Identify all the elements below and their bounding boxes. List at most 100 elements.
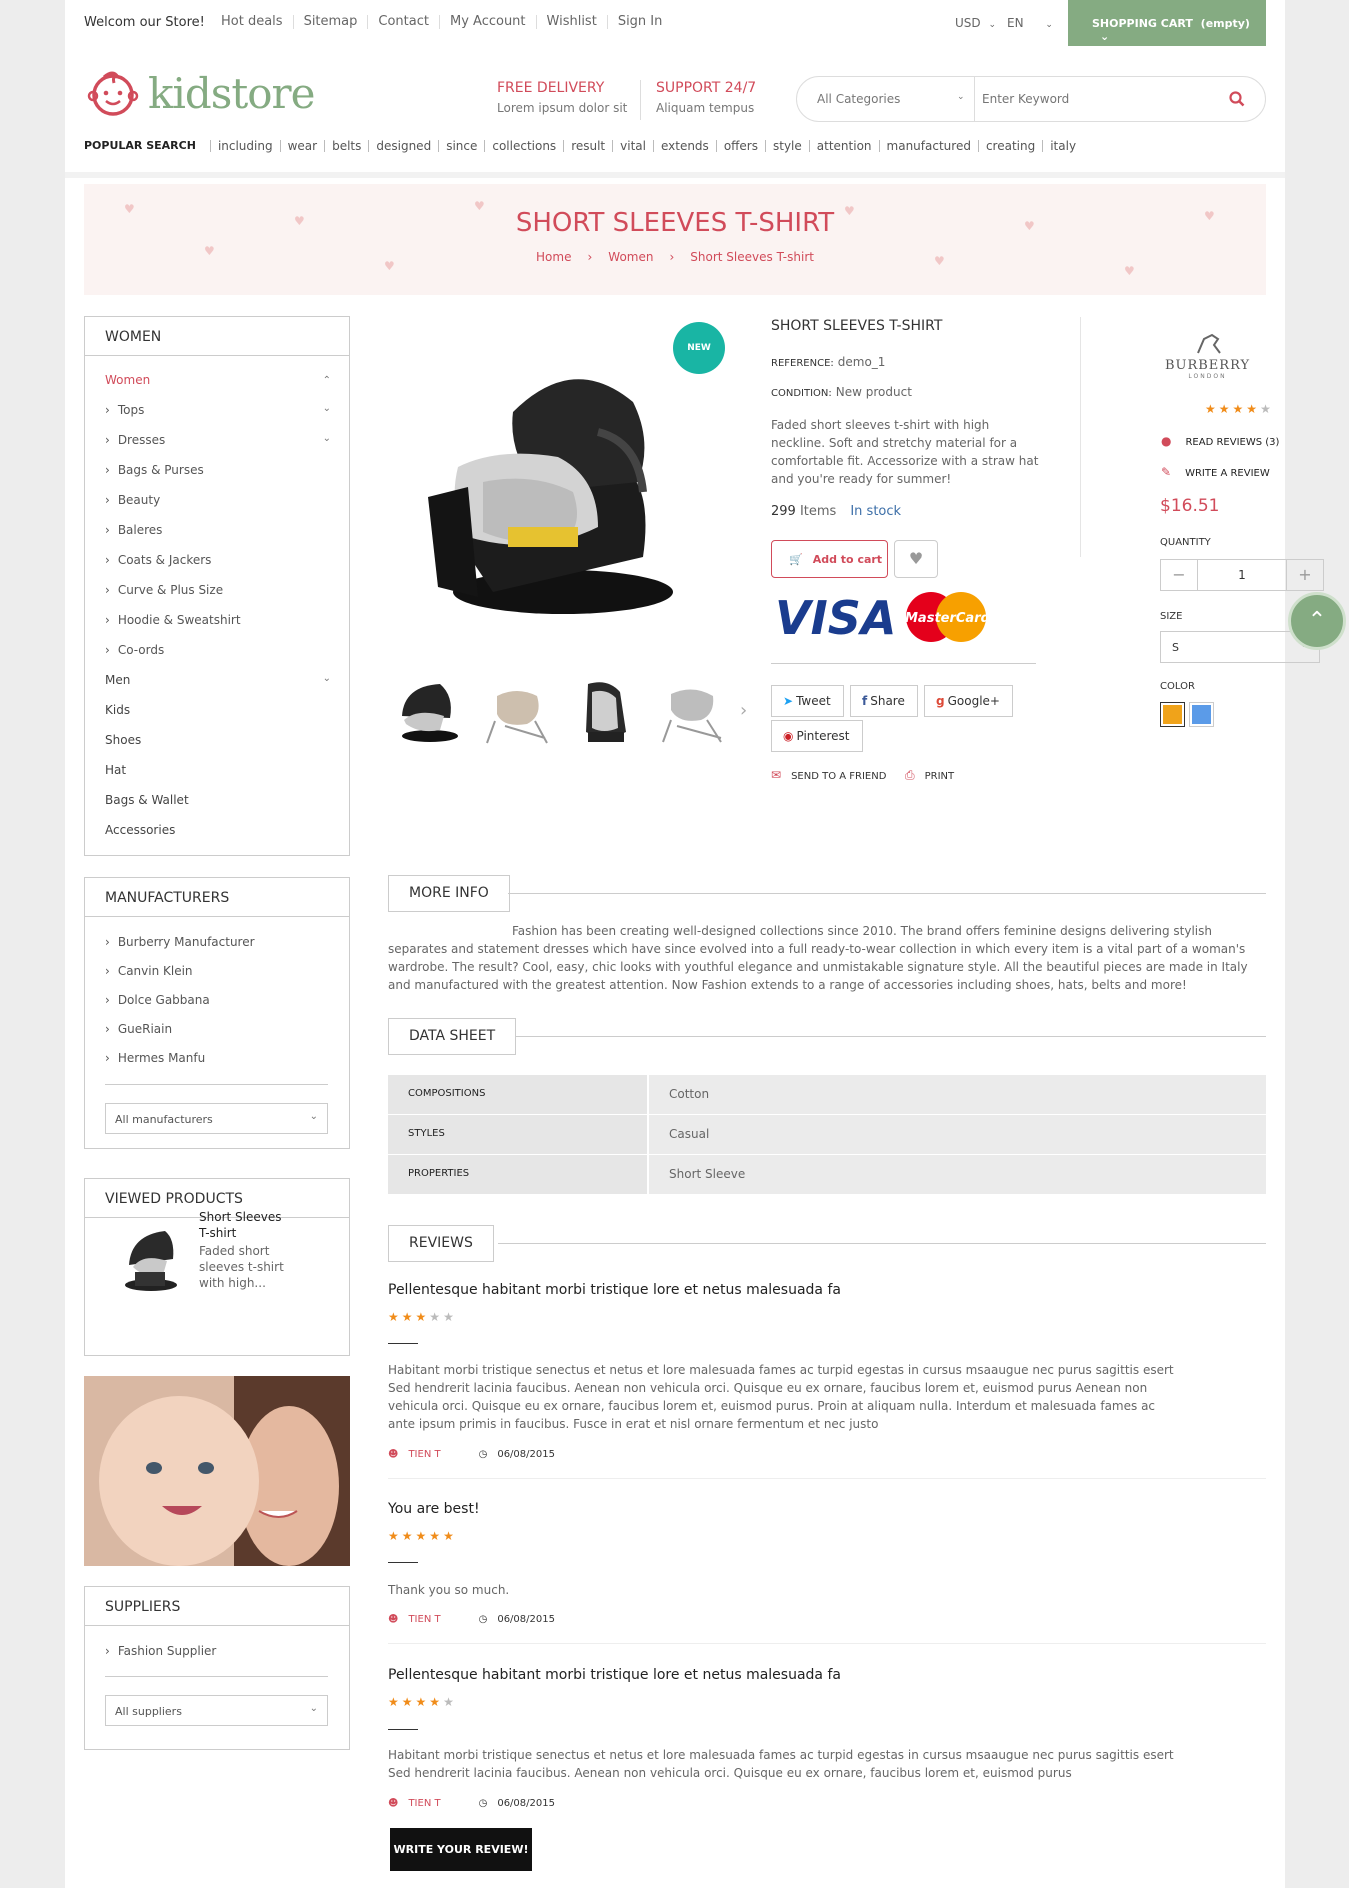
popular-keyword[interactable]: designed [368,139,438,152]
manufacturer-select[interactable]: All manufacturers ⌄ [105,1103,328,1134]
link-sign-in[interactable]: Sign In [606,15,673,29]
category-label: Shoes [105,733,142,747]
popular-keyword[interactable]: belts [324,139,368,152]
scroll-to-top-button[interactable]: ⌃ [1288,592,1346,650]
category-hoodie[interactable]: › Hoodie & Sweatshirt [105,613,241,627]
product-description: Faded short sleeves t-shirt with high ne… [771,418,1039,486]
popular-keyword[interactable]: creating [977,139,1042,152]
popular-keyword[interactable]: collections [484,139,563,152]
manufacturer-link[interactable]: › Canvin Klein [105,964,193,978]
review-title: You are best! [388,1501,480,1517]
popular-keyword[interactable]: offers [715,139,765,152]
brand-logo[interactable]: BURBERRY LONDON [1160,333,1255,393]
clock-icon: ◷ [478,1614,488,1625]
search-icon[interactable] [1229,91,1245,107]
chevron-down-icon: ⌄ [988,20,997,30]
reviews-title: REVIEWS [388,1225,494,1262]
chevron-down-icon[interactable]: ⌄ [323,403,331,414]
color-swatch-blue[interactable] [1189,702,1214,727]
baby-face-icon [87,71,139,116]
popular-keyword[interactable]: including [209,139,280,152]
tweet-button[interactable]: ➤ Tweet [771,685,844,717]
shopping-cart-button[interactable]: SHOPPING CART (empty) ⌄ [1068,0,1266,46]
category-hat[interactable]: Hat [105,763,126,777]
chevron-down-icon[interactable]: ⌄ [323,433,331,444]
new-badge: NEW [673,322,725,374]
minus-icon[interactable]: − [1161,560,1197,590]
color-swatch-orange[interactable] [1160,702,1185,727]
send-to-friend-link[interactable]: ✉ SEND TO A FRIEND [771,768,886,782]
category-co-ords[interactable]: › Co-ords [105,643,164,657]
category-shoes[interactable]: Shoes [105,733,141,747]
popular-keyword[interactable]: since [438,139,484,152]
link-wishlist[interactable]: Wishlist [535,15,607,29]
popular-keyword[interactable]: style [765,139,809,152]
viewed-product-name[interactable]: Short Sleeves T-shirt [199,1209,289,1241]
popular-keyword[interactable]: wear [279,139,324,152]
link-sitemap[interactable]: Sitemap [292,15,368,29]
pinterest-button[interactable]: ◉ Pinterest [771,720,863,752]
thumbnail-1[interactable] [388,676,470,748]
popular-keyword[interactable]: extends [652,139,716,152]
search-input[interactable] [982,92,1212,106]
chevron-right-icon[interactable]: › [740,700,747,721]
chevron-up-icon[interactable]: ⌃ [323,375,331,386]
popular-keyword[interactable]: attention [808,139,879,152]
category-coats-jackers[interactable]: › Coats & Jackers [105,553,211,567]
category-bags-purses[interactable]: › Bags & Purses [105,463,204,477]
category-men[interactable]: Men [105,673,130,687]
thumbnail-3[interactable] [562,676,644,748]
thumbnail-4[interactable] [649,676,731,748]
category-tops[interactable]: › Tops [105,403,144,417]
write-review-link[interactable]: ✎ WRITE A REVIEW [1161,465,1270,479]
link-my-account[interactable]: My Account [438,15,536,29]
category-dresses[interactable]: › Dresses [105,433,165,447]
category-baleres[interactable]: › Baleres [105,523,162,537]
write-your-review-button[interactable]: WRITE YOUR REVIEW! [390,1828,532,1871]
chevron-down-icon[interactable]: ⌄ [323,673,331,684]
viewed-product-image[interactable] [115,1217,185,1297]
share-button[interactable]: f Share [850,685,918,717]
divider [508,893,1266,894]
breadcrumb-women[interactable]: Women [608,250,653,264]
baby-promo-image[interactable] [84,1376,350,1566]
category-bags-wallet[interactable]: Bags & Wallet [105,793,189,807]
category-label: Co-ords [117,643,165,657]
manufacturer-link[interactable]: › Hermes Manfu [105,1051,205,1065]
popular-keyword[interactable]: result [563,139,612,152]
link-contact[interactable]: Contact [367,15,439,29]
popular-keyword[interactable]: manufactured [878,139,978,152]
chevron-right-icon: › [105,993,110,1007]
breadcrumb-home[interactable]: Home [536,250,571,264]
logo[interactable]: kidstore [84,68,315,118]
category-women[interactable]: Women [105,373,150,387]
category-kids[interactable]: Kids [105,703,130,717]
plus-icon[interactable]: + [1287,560,1323,590]
thumbnail-2[interactable] [475,676,557,748]
category-curve-plus[interactable]: › Curve & Plus Size [105,583,223,597]
popular-keyword[interactable]: vital [612,139,653,152]
popular-keyword[interactable]: italy [1042,139,1083,152]
category-beauty[interactable]: › Beauty [105,493,160,507]
category-select[interactable]: All Categories ⌄ [817,92,965,106]
top-bar: Welcom our Store! Hot deals Sitemap Cont… [65,0,1285,46]
currency-select[interactable]: USD ⌄ [955,16,996,30]
print-link[interactable]: ⎙ PRINT [905,768,954,783]
category-accessories[interactable]: Accessories [105,823,175,837]
star-icon: ★ [401,1310,416,1324]
link-hot-deals[interactable]: Hot deals [211,15,293,29]
language-select[interactable]: EN ⌄ [1007,16,1053,30]
supplier-select[interactable]: All suppliers ⌄ [105,1695,328,1726]
read-reviews-link[interactable]: ● READ REVIEWS (3) [1161,434,1279,448]
manufacturer-link[interactable]: › GueRiain [105,1022,172,1036]
wishlist-button[interactable]: ♥ [894,540,938,578]
product-main-image[interactable] [388,317,726,655]
google-plus-button[interactable]: g Google+ [924,685,1013,717]
star-icon: ★ [429,1529,444,1543]
color-label: COLOR [1160,681,1195,692]
add-to-cart-button[interactable]: 🛒 Add to cart [771,540,888,578]
supplier-link[interactable]: › Fashion Supplier [105,1644,216,1658]
manufacturer-link[interactable]: › Burberry Manufacturer [105,935,255,949]
manufacturer-link[interactable]: › Dolce Gabbana [105,993,210,1007]
quantity-input[interactable]: 1 [1197,560,1287,590]
